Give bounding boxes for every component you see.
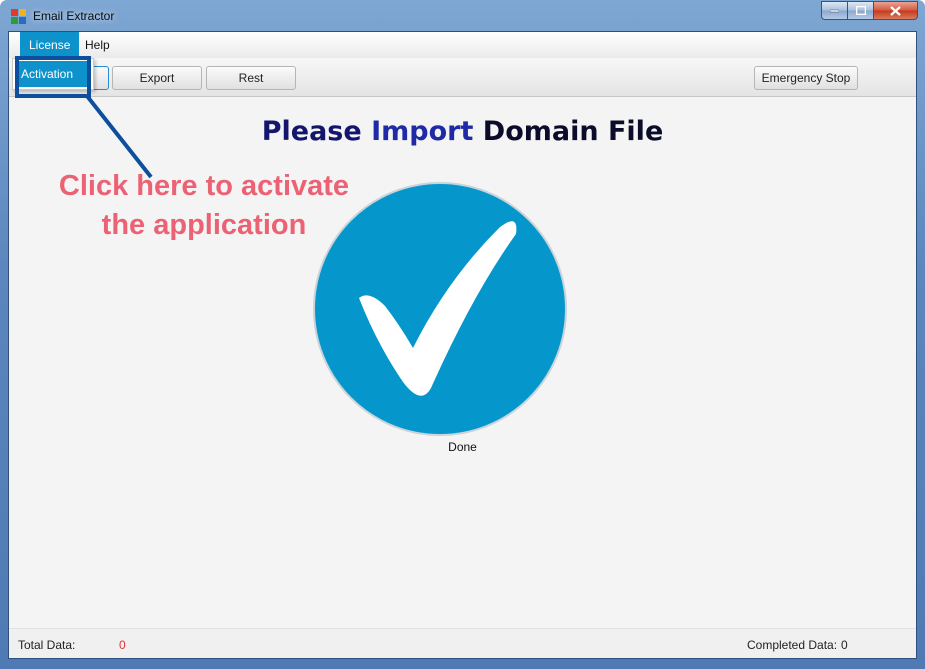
- total-data-value: 0: [119, 638, 126, 652]
- close-icon: [890, 5, 901, 16]
- emergency-stop-button[interactable]: Emergency Stop: [754, 66, 858, 90]
- title-word-1: Please: [261, 116, 362, 147]
- app-logo-icon: [11, 9, 26, 24]
- minimize-icon: [830, 9, 839, 12]
- status-done-label: Done: [448, 440, 477, 454]
- checkmark-circle-icon: [313, 182, 567, 436]
- client-area: License Help Export Rest Emergency Stop …: [8, 31, 917, 659]
- page-title: Please Import Domain File: [9, 116, 916, 147]
- maximize-button[interactable]: [848, 1, 874, 20]
- total-data-label: Total Data:: [18, 638, 76, 652]
- minimize-button[interactable]: [821, 1, 848, 20]
- title-word-2: Import: [371, 116, 474, 147]
- status-bar: Total Data: 0 Completed Data: 0: [9, 628, 916, 658]
- window-title: Email Extractor: [33, 9, 115, 23]
- maximize-icon: [855, 6, 866, 15]
- window-controls: [821, 1, 918, 21]
- completed-data-label: Completed Data:: [747, 638, 838, 652]
- title-word-3: Domain File: [482, 116, 664, 147]
- title-bar[interactable]: Email Extractor: [0, 0, 925, 32]
- app-window: Email Extractor License Help Export Rest…: [0, 0, 925, 669]
- close-button[interactable]: [874, 1, 918, 20]
- completed-data-value: 0: [841, 638, 848, 652]
- rest-button[interactable]: Rest: [206, 66, 296, 90]
